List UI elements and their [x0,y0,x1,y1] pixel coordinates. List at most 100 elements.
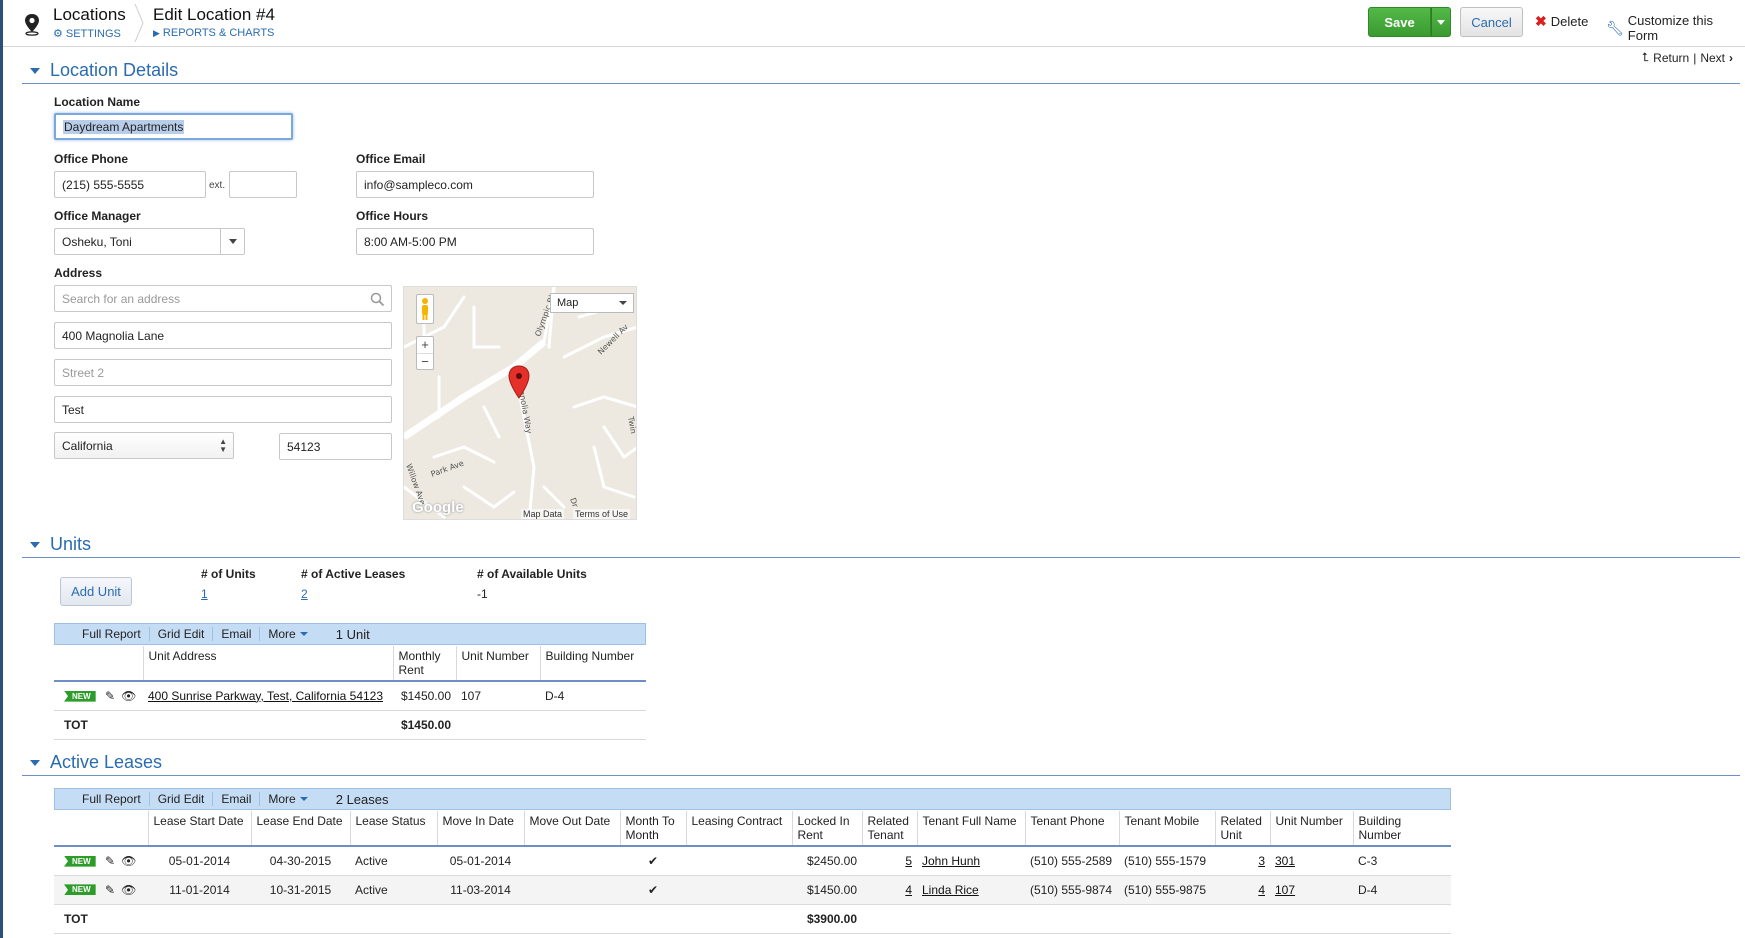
more-label: More [268,627,296,641]
x-icon: ✖ [1535,13,1547,29]
stat-active-leases-label: # of Active Leases [301,567,406,581]
office-phone-input[interactable]: (215) 555-5555 [54,171,206,198]
column-header-related-unit[interactable]: Related Unit [1214,811,1270,846]
zoom-in-button[interactable]: + [417,337,433,353]
delete-label: Delete [1550,14,1589,29]
street1-input[interactable]: 400 Magnolia Lane [54,322,392,349]
settings-link[interactable]: ⚙ SETTINGS [53,27,126,41]
column-header-tenant-phone[interactable]: Tenant Phone [1024,811,1119,846]
module-title[interactable]: Locations [53,5,126,25]
zip-input[interactable]: 54123 [279,433,392,460]
unit-number-cell: 107 [1270,875,1353,904]
full-report-button[interactable]: Full Report [74,792,150,806]
email-button[interactable]: Email [213,792,261,806]
unit-number-link[interactable]: 301 [1275,854,1295,868]
office-manager-select[interactable]: Osheku, Toni [54,228,245,255]
unit-number-link[interactable]: 107 [1275,883,1295,897]
grid-edit-button[interactable]: Grid Edit [150,627,214,641]
related-tenant-cell: 5 [862,846,917,875]
map-data-link[interactable]: Map Data [521,509,565,519]
save-options-dropdown[interactable] [1431,7,1451,37]
new-badge: NEW [64,855,96,867]
column-header-lease-status[interactable]: Lease Status [349,811,437,846]
column-header-building-number[interactable]: Building Number [539,646,646,681]
related-tenant-link[interactable]: 4 [905,883,912,897]
state-select[interactable]: California ▲ ▼ [54,432,234,459]
address-search-input[interactable]: Search for an address [54,285,392,312]
more-menu[interactable]: More [260,792,315,806]
related-tenant-link[interactable]: 5 [905,854,912,868]
eye-icon[interactable]: 👁︎ [121,854,136,868]
column-header-lease-end[interactable]: Lease End Date [250,811,350,846]
column-header-unit-number[interactable]: Unit Number [455,646,540,681]
city-input[interactable]: Test [54,396,392,423]
address-map[interactable]: Olympic Bl Newell Av Magnolia Way Park A… [403,286,637,520]
active-leases-header[interactable]: Active Leases [22,751,1740,776]
collapse-triangle-icon[interactable] [30,68,40,74]
email-button[interactable]: Email [213,627,261,641]
map-zoom-control: + − [416,336,434,370]
add-unit-button[interactable]: Add Unit [60,577,132,606]
eye-icon[interactable]: 👁︎ [121,883,136,897]
collapse-triangle-icon[interactable] [30,760,40,766]
building-number-cell: C-3 [1358,853,1378,868]
units-header[interactable]: Units [22,533,1740,558]
location-name-input[interactable]: Daydream Apartments [54,113,293,140]
collapse-triangle-icon[interactable] [30,542,40,548]
column-header-building-number[interactable]: Building Number [1352,811,1451,846]
leasing-contract-cell [686,846,792,875]
pegman-icon[interactable] [416,294,434,324]
pencil-icon[interactable]: ✎ [105,883,115,897]
column-header-tenant-full-name[interactable]: Tenant Full Name [916,811,1025,846]
eye-icon[interactable]: 👁︎ [121,689,136,703]
column-header-move-out[interactable]: Move Out Date [523,811,620,846]
more-menu[interactable]: More [260,627,315,641]
office-email-input[interactable]: info@sampleco.com [356,171,594,198]
column-header-move-in[interactable]: Move In Date [436,811,524,846]
column-header-related-tenant[interactable]: Related Tenant [861,811,917,846]
leasing-contract-cell [686,875,792,904]
column-header-unit-address[interactable]: Unit Address [142,646,393,681]
terms-of-use-link[interactable]: Terms of Use [573,509,631,519]
map-marker-icon[interactable] [508,365,530,399]
pencil-icon[interactable]: ✎ [105,689,115,703]
column-header-monthly-rent[interactable]: Monthly Rent [392,646,456,681]
column-header-leasing-contract[interactable]: Leasing Contract [685,811,792,846]
full-report-button[interactable]: Full Report [74,627,150,641]
related-unit-link[interactable]: 4 [1258,883,1265,897]
tenant-name-link[interactable]: John Hunh [922,854,980,868]
column-header-lease-start[interactable]: Lease Start Date [147,811,251,846]
save-button[interactable]: Save [1368,7,1431,37]
section-title: Location Details [50,60,179,80]
cancel-button[interactable]: Cancel [1460,7,1523,37]
grid-edit-button[interactable]: Grid Edit [150,792,214,806]
location-details-header[interactable]: Location Details [22,59,1740,84]
related-unit-link[interactable]: 3 [1258,854,1265,868]
column-header-unit-number[interactable]: Unit Number [1269,811,1353,846]
dropdown-arrow-icon[interactable] [220,229,244,254]
column-header-month-to-month[interactable]: Month To Month [619,811,686,846]
stat-active-leases-value[interactable]: 2 [301,587,308,601]
column-header-locked-in-rent[interactable]: Locked In Rent [791,811,862,846]
customize-form-link[interactable]: 🔧︎ Customize this Form [1606,13,1745,43]
tenant-name-link[interactable]: Linda Rice [922,883,979,897]
unit-address-link[interactable]: 400 Sunrise Parkway, Test, California 54… [148,689,383,703]
stat-units-value[interactable]: 1 [201,587,208,601]
location-name-label: Location Name [54,95,141,109]
total-empty-cell [143,710,393,739]
street2-input[interactable]: Street 2 [54,359,392,386]
column-header-tenant-mobile[interactable]: Tenant Mobile [1118,811,1215,846]
units-grid-toolbar: Full Report Grid Edit Email More 1 Unit [54,623,646,645]
zoom-out-button[interactable]: − [417,353,433,370]
office-manager-label: Office Manager [54,209,141,223]
reports-link[interactable]: ▶ REPORTS & CHARTS [153,27,275,39]
pencil-icon[interactable]: ✎ [105,854,115,868]
delete-link[interactable]: ✖ Delete [1535,13,1588,30]
address-search-placeholder: Search for an address [62,291,181,306]
map-type-select[interactable]: Map [550,293,634,313]
page-title: Edit Location #4 [153,5,275,24]
office-hours-input[interactable]: 8:00 AM-5:00 PM [356,228,594,255]
related-unit-cell: 3 [1215,846,1270,875]
phone-ext-input[interactable] [229,171,297,198]
search-icon[interactable] [370,292,385,307]
